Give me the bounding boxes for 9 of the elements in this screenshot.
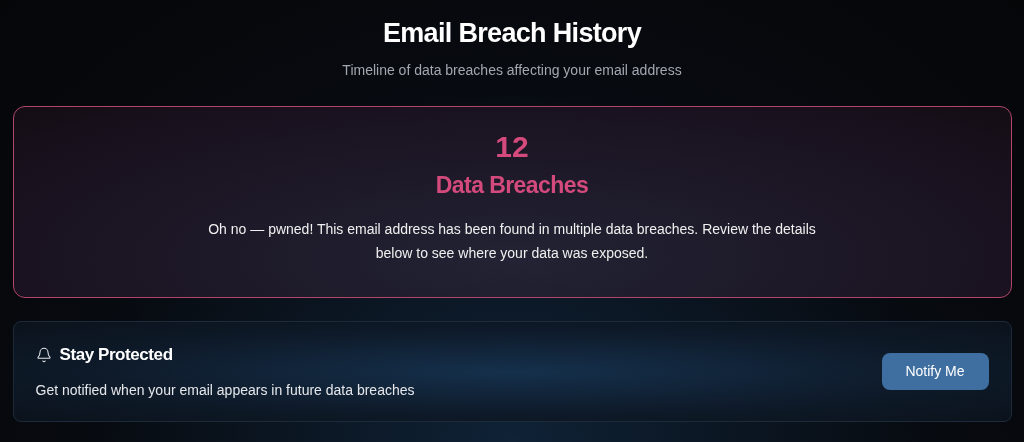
page-title: Email Breach History: [382, 17, 642, 49]
notify-button[interactable]: Notify Me: [881, 353, 989, 390]
breach-label: Data Breaches: [435, 171, 589, 200]
breach-count: 12: [495, 129, 529, 165]
notify-description: Get notified when your email appears in future data breaches: [35, 380, 415, 400]
page-subtitle: Timeline of data breaches affecting your email address: [342, 61, 682, 80]
bell-icon: [35, 347, 52, 363]
breach-message: Oh no — pwned! This email address has been found in multiple data breaches. Review the details below to see where your data was exposed.: [207, 220, 817, 263]
notify-title: Stay Protected: [59, 344, 173, 367]
